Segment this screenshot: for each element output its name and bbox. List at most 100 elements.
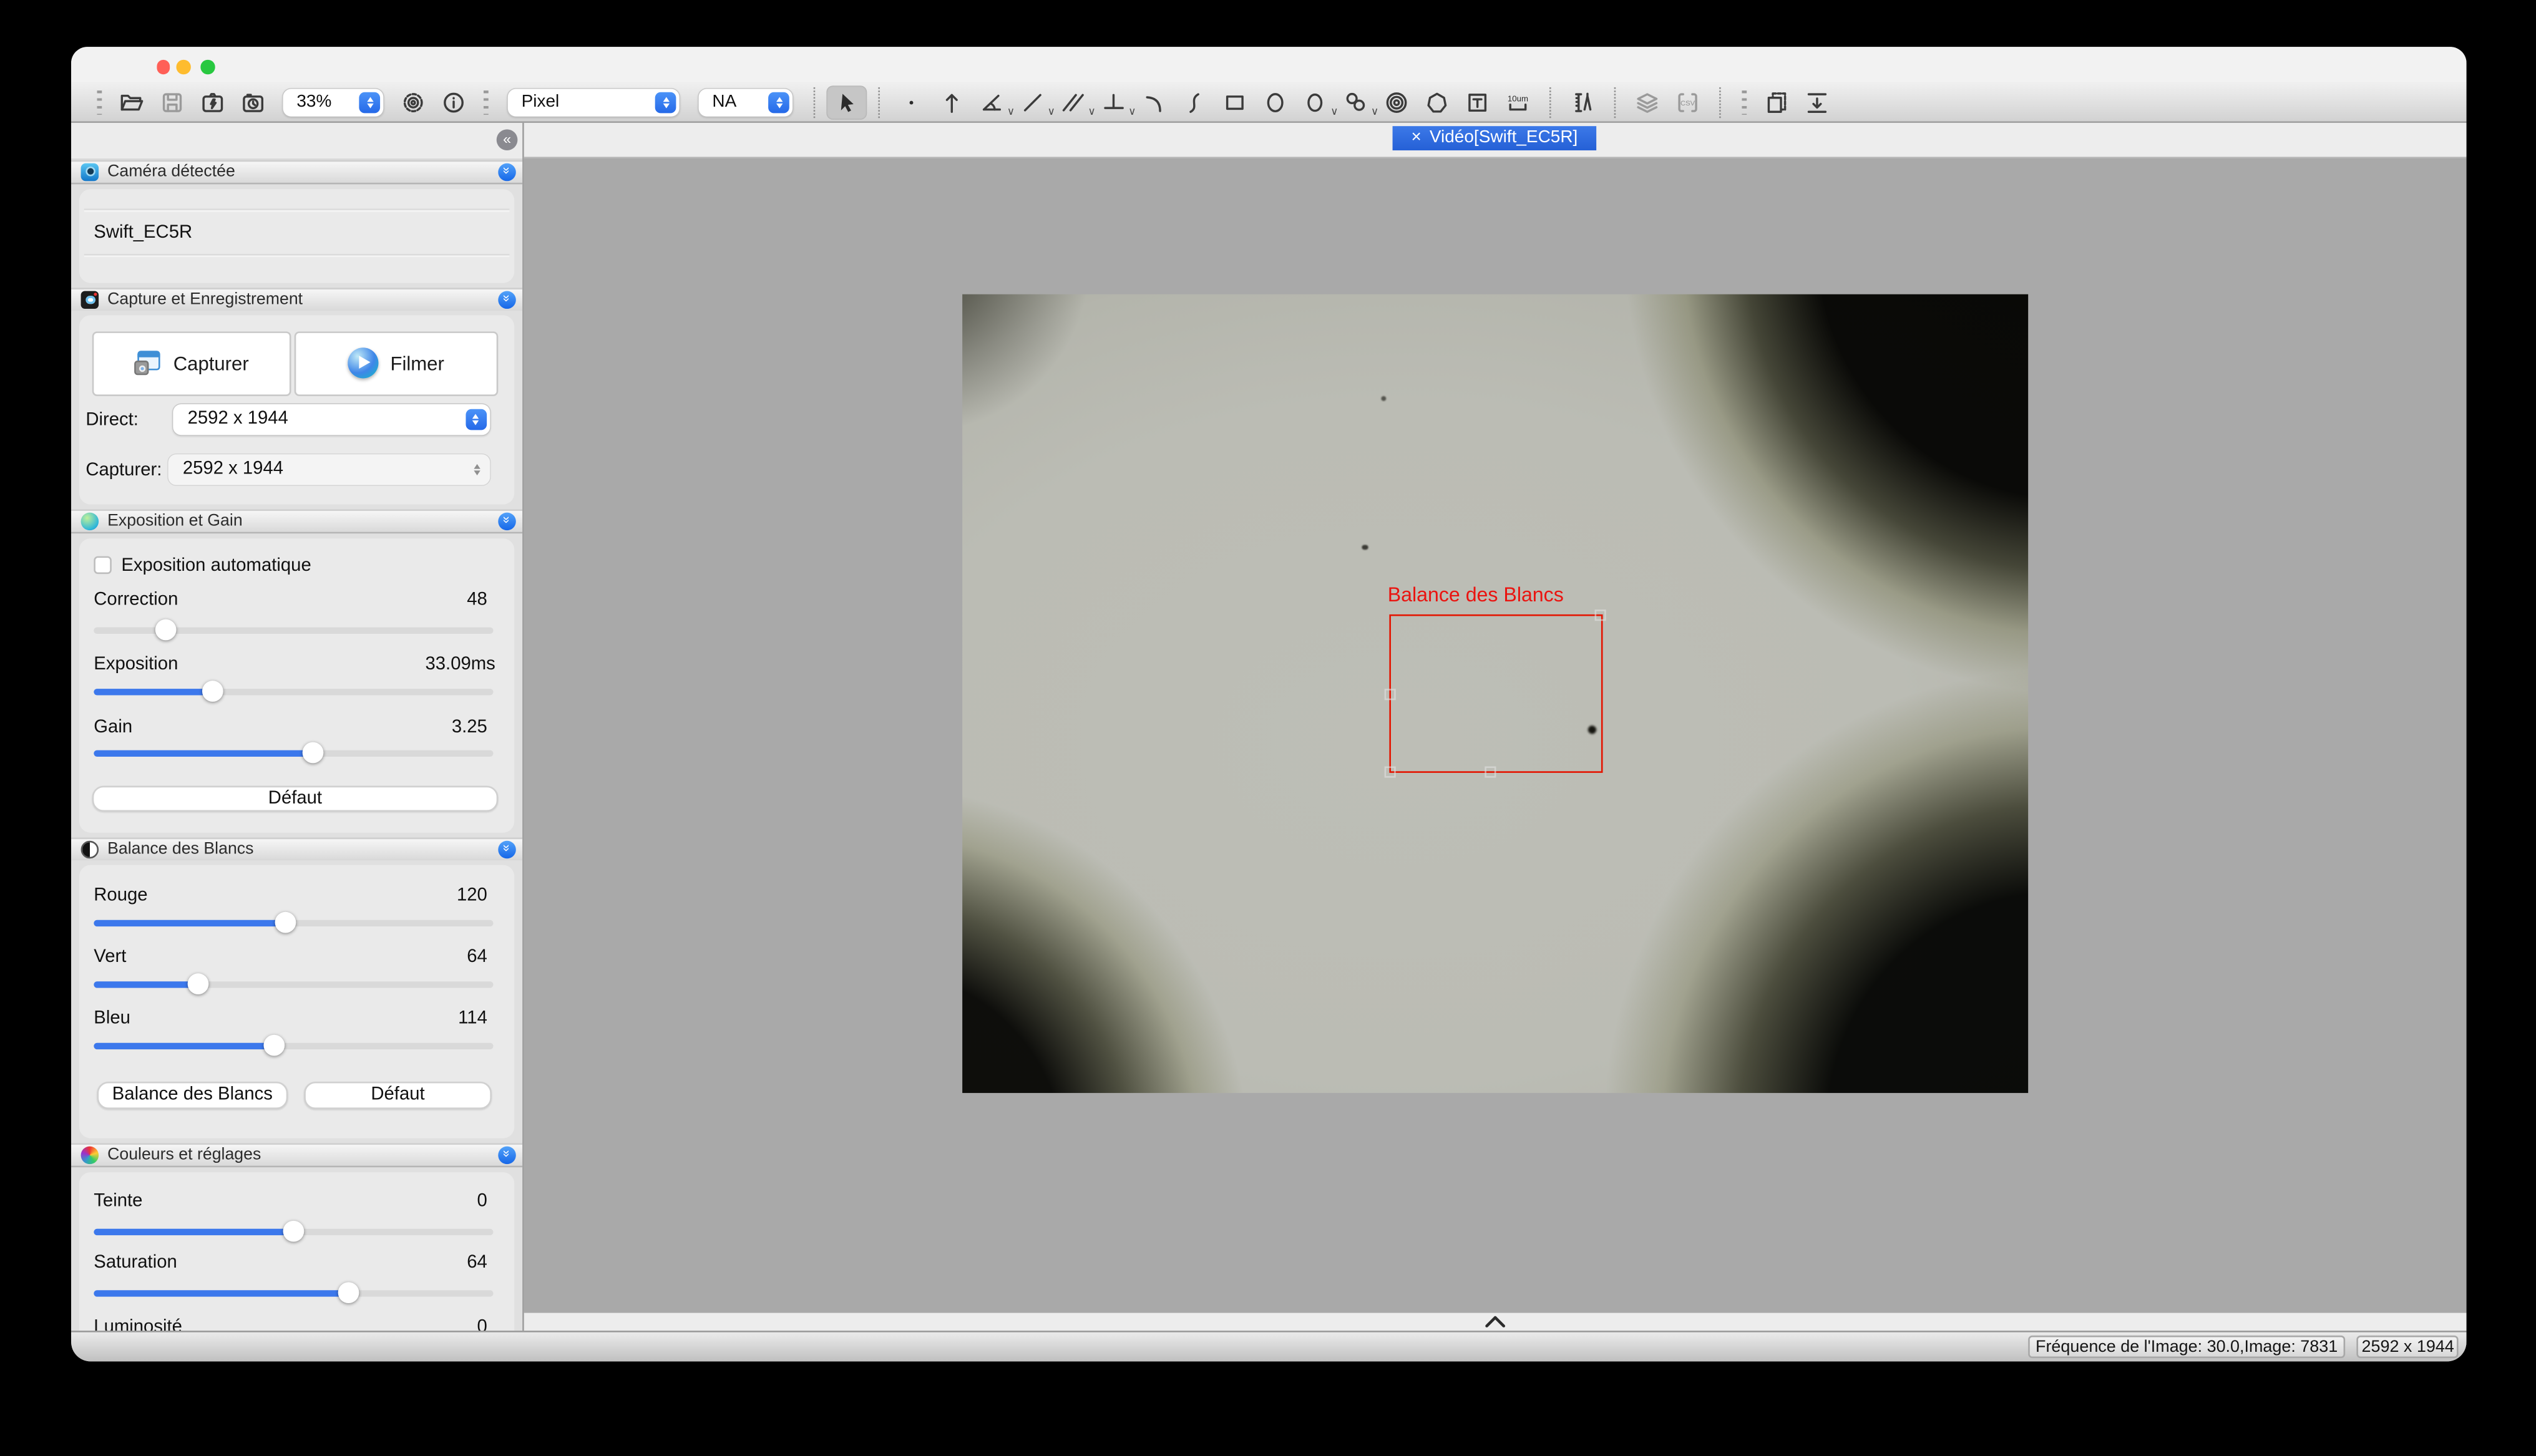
save-icon[interactable] bbox=[153, 85, 193, 119]
text-tool[interactable] bbox=[1458, 85, 1498, 119]
export-icon[interactable] bbox=[1798, 85, 1838, 119]
saturation-slider[interactable] bbox=[94, 1283, 493, 1304]
saturation-value: 64 bbox=[467, 1253, 487, 1273]
panel-header-camera[interactable]: Caméra détectée » bbox=[72, 160, 523, 185]
white-balance-button[interactable]: Balance des Blancs bbox=[97, 1082, 288, 1109]
open-file-icon[interactable] bbox=[112, 85, 153, 119]
slider-thumb[interactable] bbox=[302, 743, 323, 764]
video-preview: Balance des Blancs bbox=[962, 295, 2028, 1094]
concentric-circles-tool[interactable] bbox=[1377, 85, 1418, 119]
close-window-button[interactable] bbox=[156, 60, 170, 74]
slider-thumb[interactable] bbox=[338, 1283, 359, 1304]
white-balance-roi-rect[interactable] bbox=[1389, 614, 1602, 774]
chevron-up-icon[interactable]: » bbox=[498, 512, 517, 531]
line-tool[interactable]: ∨ bbox=[1013, 85, 1054, 119]
arrow-tool[interactable] bbox=[932, 85, 973, 119]
point-tool[interactable] bbox=[892, 85, 932, 119]
slider-thumb[interactable] bbox=[274, 913, 295, 934]
red-label: Rouge bbox=[94, 886, 147, 905]
exposure-slider[interactable] bbox=[94, 681, 493, 702]
linked-circles-tool[interactable]: ∨ bbox=[1337, 85, 1377, 119]
dust-speck bbox=[1381, 397, 1386, 401]
ellipse-tool[interactable] bbox=[1256, 85, 1296, 119]
chevron-up-icon[interactable]: » bbox=[498, 840, 517, 859]
camera-device-name[interactable]: Swift_EC5R bbox=[94, 223, 192, 243]
rectangle-tool[interactable] bbox=[1215, 85, 1256, 119]
green-label: Vert bbox=[94, 948, 126, 967]
direct-resolution-select[interactable]: 2592 x 1944 bbox=[173, 404, 490, 435]
roi-handle[interactable] bbox=[1595, 610, 1606, 621]
white-balance-default-button[interactable]: Défaut bbox=[304, 1082, 492, 1109]
panel-header-white-balance[interactable]: Balance des Blancs » bbox=[72, 838, 523, 862]
blue-slider[interactable] bbox=[94, 1036, 493, 1057]
sidebar-collapse-button[interactable]: « bbox=[496, 129, 518, 150]
app-window: 33%PixelNA∨∨∨∨∨∨10umCSV « Caméra détecté… bbox=[72, 47, 2466, 1362]
parallel-lines-tool[interactable]: ∨ bbox=[1053, 85, 1094, 119]
chevron-up-icon bbox=[1485, 1316, 1506, 1327]
panel-header-colors[interactable]: Couleurs et réglages » bbox=[72, 1143, 523, 1167]
cursor-tool[interactable] bbox=[827, 85, 867, 119]
chevron-up-icon[interactable]: » bbox=[498, 163, 517, 182]
panel-body-colors: Teinte 0 Saturation 64 Luminosité 0 bbox=[72, 1167, 523, 1330]
curve-tool[interactable] bbox=[1175, 85, 1216, 119]
perpendicular-tool[interactable]: ∨ bbox=[1094, 85, 1134, 119]
collapse-bottom-strip[interactable] bbox=[524, 1313, 2466, 1330]
panel-body-capture: Capturer Filmer Direct: 2592 x 1944 Capt… bbox=[72, 311, 523, 510]
slider-thumb[interactable] bbox=[188, 974, 210, 996]
capture-resolution-select[interactable]: 2592 x 1944 bbox=[168, 454, 490, 485]
correction-label: Correction bbox=[94, 590, 178, 609]
titlebar[interactable] bbox=[72, 47, 2466, 85]
hue-slider[interactable] bbox=[94, 1221, 493, 1243]
slider-thumb[interactable] bbox=[156, 620, 177, 641]
video-tab[interactable]: × Vidéo[Swift_EC5R] bbox=[1393, 126, 1596, 150]
zoom-select[interactable]: 33% bbox=[284, 89, 384, 116]
correction-slider[interactable] bbox=[94, 620, 493, 641]
roi-handle[interactable] bbox=[1385, 688, 1396, 699]
capture-button[interactable]: Capturer bbox=[92, 331, 291, 396]
chevron-up-icon[interactable]: » bbox=[498, 1146, 517, 1165]
layers-icon[interactable] bbox=[1627, 85, 1668, 119]
angle-tool[interactable]: ∨ bbox=[973, 85, 1013, 119]
exposure-default-button[interactable]: Défaut bbox=[92, 786, 499, 812]
roi-handle[interactable] bbox=[1485, 766, 1496, 777]
polygon-tool[interactable] bbox=[1417, 85, 1458, 119]
dust-speck bbox=[1363, 545, 1368, 550]
panel-header-exposure[interactable]: Exposition et Gain » bbox=[72, 509, 523, 533]
white-balance-icon bbox=[82, 841, 100, 859]
chevron-up-icon[interactable]: » bbox=[498, 291, 517, 309]
minimize-window-button[interactable] bbox=[177, 60, 192, 74]
aperture-icon[interactable] bbox=[394, 85, 434, 119]
slider-thumb[interactable] bbox=[202, 681, 223, 702]
camera-black-icon bbox=[82, 291, 100, 309]
panel-header-capture[interactable]: Capture et Enregistrement » bbox=[72, 288, 523, 312]
camera-capture-icon[interactable] bbox=[193, 85, 233, 119]
unit-select[interactable]: Pixel bbox=[509, 89, 680, 116]
auto-exposure-checkbox[interactable] bbox=[94, 556, 112, 575]
gain-slider[interactable] bbox=[94, 743, 493, 764]
roi-handle[interactable] bbox=[1385, 766, 1396, 777]
auto-exposure-label: Exposition automatique bbox=[121, 556, 311, 576]
record-button[interactable]: Filmer bbox=[295, 331, 499, 396]
camera-timer-icon[interactable] bbox=[233, 85, 274, 119]
tab-close-icon[interactable]: × bbox=[1412, 128, 1422, 147]
red-slider[interactable] bbox=[94, 913, 493, 934]
ellipse-alt-tool[interactable]: ∨ bbox=[1296, 85, 1337, 119]
arc-tool[interactable] bbox=[1134, 85, 1175, 119]
copy-icon[interactable] bbox=[1757, 85, 1798, 119]
slider-thumb[interactable] bbox=[284, 1221, 305, 1243]
zoom-window-button[interactable] bbox=[201, 60, 215, 74]
canvas: Balance des Blancs bbox=[524, 158, 2466, 1330]
divider bbox=[85, 210, 510, 212]
direct-label: Direct: bbox=[85, 410, 139, 430]
saturation-label: Saturation bbox=[94, 1253, 177, 1273]
na-select[interactable]: NA bbox=[700, 89, 793, 116]
csv-icon[interactable]: CSV bbox=[1668, 85, 1709, 119]
green-slider[interactable] bbox=[94, 974, 493, 996]
stepper-icon bbox=[769, 92, 790, 113]
info-icon[interactable] bbox=[434, 85, 475, 119]
measure-tools-icon[interactable] bbox=[1563, 85, 1604, 119]
stepper-icon bbox=[466, 409, 487, 430]
slider-thumb[interactable] bbox=[264, 1036, 285, 1057]
scalebar-tool[interactable]: 10um bbox=[1498, 85, 1539, 119]
svg-text:10um: 10um bbox=[1508, 94, 1529, 103]
